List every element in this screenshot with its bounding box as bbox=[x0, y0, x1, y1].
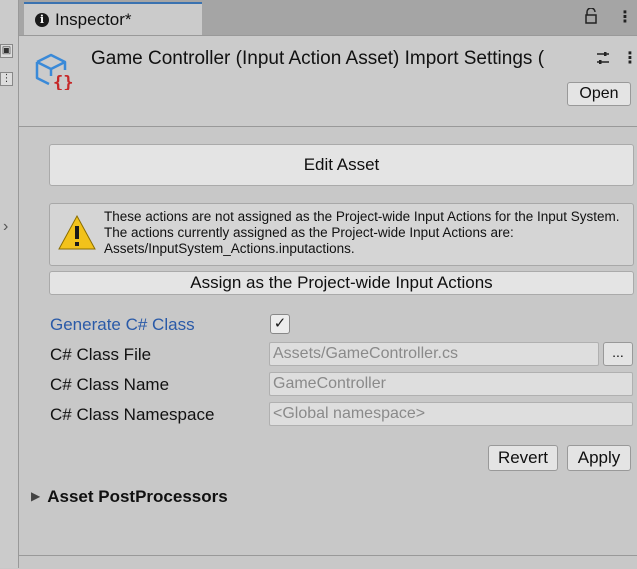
generate-class-checkbox[interactable]: ✓ bbox=[270, 314, 290, 334]
class-namespace-label: C# Class Namespace bbox=[50, 405, 215, 424]
dock-toggle-icon[interactable]: ▣ bbox=[0, 44, 13, 58]
class-namespace-field[interactable]: <Global namespace> bbox=[269, 402, 633, 426]
warning-icon bbox=[58, 214, 96, 250]
header-menu-icon[interactable]: ⋮ bbox=[622, 48, 637, 68]
asset-postprocessors-foldout[interactable]: ▶ Asset PostProcessors bbox=[31, 487, 228, 507]
info-icon: i bbox=[35, 13, 49, 27]
left-dock-strip: ▣ ⋮ › bbox=[0, 0, 19, 568]
lock-icon[interactable] bbox=[584, 7, 598, 28]
tab-bar: i Inspector* ⋮ bbox=[19, 0, 637, 36]
class-name-label: C# Class Name bbox=[50, 375, 170, 394]
chevron-right-icon[interactable]: › bbox=[3, 218, 8, 236]
preset-settings-icon[interactable] bbox=[595, 50, 611, 71]
assign-project-wide-button[interactable]: Assign as the Project-wide Input Actions bbox=[49, 271, 634, 295]
tab-inspector[interactable]: i Inspector* bbox=[24, 2, 202, 35]
open-button[interactable]: Open bbox=[567, 82, 631, 106]
edit-asset-button[interactable]: Edit Asset bbox=[49, 144, 634, 186]
tab-label: Inspector* bbox=[55, 10, 132, 29]
generate-class-label: Generate C# Class bbox=[50, 315, 195, 334]
inspector-header: {} Game Controller (Input Action Asset) … bbox=[19, 36, 637, 127]
foldout-arrow-icon: ▶ bbox=[31, 489, 41, 503]
browse-button[interactable]: ... bbox=[603, 342, 633, 366]
tab-menu-icon[interactable]: ⋮ bbox=[617, 7, 633, 27]
foldout-label: Asset PostProcessors bbox=[47, 487, 228, 506]
class-file-field[interactable]: Assets/GameController.cs bbox=[269, 342, 599, 366]
dock-menu-icon[interactable]: ⋮ bbox=[0, 72, 13, 86]
svg-text:{}: {} bbox=[53, 73, 73, 90]
class-file-label: C# Class File bbox=[50, 345, 152, 364]
revert-button[interactable]: Revert bbox=[488, 445, 558, 471]
warning-text: These actions are not assigned as the Pr… bbox=[104, 209, 620, 256]
bottom-divider bbox=[19, 555, 637, 569]
warning-helpbox: These actions are not assigned as the Pr… bbox=[49, 203, 634, 266]
input-action-asset-icon: {} bbox=[35, 53, 73, 90]
inspector-content: Edit Asset These actions are not assigne… bbox=[19, 127, 637, 553]
class-name-field[interactable]: GameController bbox=[269, 372, 633, 396]
apply-button[interactable]: Apply bbox=[567, 445, 631, 471]
page-title: Game Controller (Input Action Asset) Imp… bbox=[91, 48, 545, 69]
